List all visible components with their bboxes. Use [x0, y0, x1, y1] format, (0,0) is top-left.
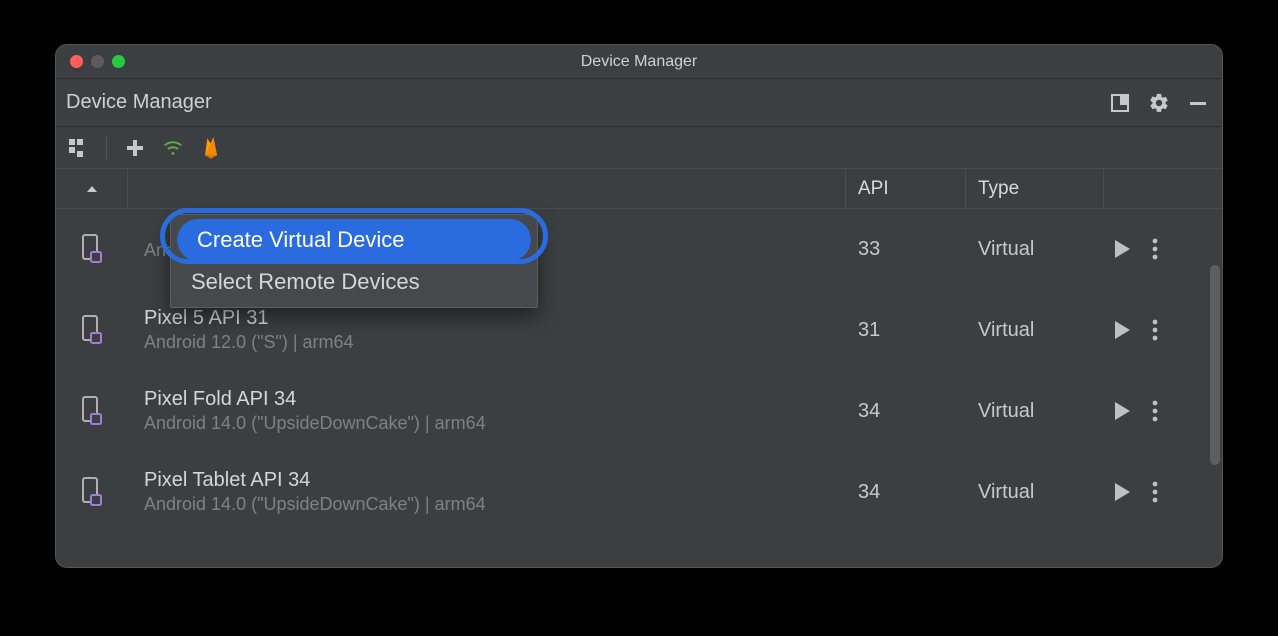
- play-button[interactable]: [1112, 319, 1132, 341]
- play-button[interactable]: [1112, 481, 1132, 503]
- add-device-dropdown: Create Virtual Device Select Remote Devi…: [170, 214, 538, 308]
- table-header: API Type: [56, 169, 1222, 209]
- create-virtual-device-item[interactable]: Create Virtual Device: [177, 219, 531, 261]
- device-icon: [56, 290, 128, 370]
- device-icon: [56, 452, 128, 532]
- header-actions: [1110, 92, 1208, 114]
- actions-column-header: [1104, 169, 1222, 208]
- device-api: 31: [846, 290, 966, 370]
- panel-header: Device Manager: [56, 79, 1222, 127]
- device-icon: [56, 209, 128, 289]
- device-api: 33: [846, 209, 966, 289]
- titlebar: Device Manager: [56, 45, 1222, 79]
- device-api: 34: [846, 371, 966, 451]
- device-name: Pixel Fold API 34: [144, 388, 486, 411]
- device-name: Pixel Tablet API 34: [144, 469, 486, 492]
- api-column-header[interactable]: API: [846, 169, 966, 208]
- more-actions-button[interactable]: [1152, 400, 1158, 422]
- minimize-panel-icon[interactable]: [1188, 93, 1208, 113]
- maximize-window-button[interactable]: [112, 55, 125, 68]
- select-remote-devices-item[interactable]: Select Remote Devices: [171, 261, 537, 303]
- firebase-icon[interactable]: [197, 134, 225, 162]
- name-column-header[interactable]: [128, 169, 846, 208]
- more-actions-button[interactable]: [1152, 481, 1158, 503]
- device-subtitle: Android 12.0 ("S") | arm64: [144, 332, 354, 353]
- minimize-window-button[interactable]: [91, 55, 104, 68]
- device-type: Virtual: [966, 290, 1104, 370]
- toolbar-separator: [106, 136, 107, 160]
- grid-view-icon[interactable]: [64, 134, 92, 162]
- device-api: 34: [846, 452, 966, 532]
- play-button[interactable]: [1112, 238, 1132, 260]
- device-subtitle: Android 14.0 ("UpsideDownCake") | arm64: [144, 413, 486, 434]
- more-actions-button[interactable]: [1152, 319, 1158, 341]
- device-type: Virtual: [966, 209, 1104, 289]
- more-actions-button[interactable]: [1152, 238, 1158, 260]
- traffic-lights: [70, 55, 125, 68]
- table-row[interactable]: Pixel Tablet API 34 Android 14.0 ("Upsid…: [56, 452, 1222, 533]
- gear-icon[interactable]: [1148, 92, 1170, 114]
- window-mode-icon[interactable]: [1110, 93, 1130, 113]
- panel-title: Device Manager: [66, 91, 212, 114]
- play-button[interactable]: [1112, 400, 1132, 422]
- device-name: Pixel 5 API 31: [144, 307, 354, 330]
- table-row[interactable]: Pixel Fold API 34 Android 14.0 ("UpsideD…: [56, 371, 1222, 452]
- scrollbar-thumb[interactable]: [1210, 265, 1220, 465]
- window-title: Device Manager: [56, 53, 1222, 71]
- close-window-button[interactable]: [70, 55, 83, 68]
- add-device-button[interactable]: [121, 134, 149, 162]
- device-type: Virtual: [966, 371, 1104, 451]
- type-column-header[interactable]: Type: [966, 169, 1104, 208]
- sort-column-header[interactable]: [56, 169, 128, 208]
- wifi-pair-icon[interactable]: [159, 134, 187, 162]
- device-icon: [56, 371, 128, 451]
- toolbar: [56, 127, 1222, 169]
- device-type: Virtual: [966, 452, 1104, 532]
- device-subtitle: Android 14.0 ("UpsideDownCake") | arm64: [144, 494, 486, 515]
